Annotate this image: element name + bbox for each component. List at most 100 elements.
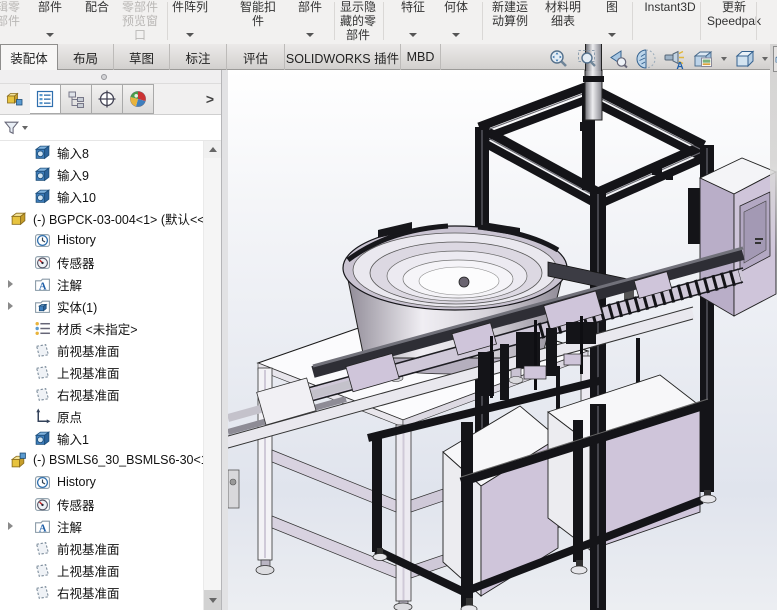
- feature-manager-panel: > 输入8输入9输入10(-) BGPCK-03-004<1> (默认<<His…: [0, 70, 222, 610]
- ribbon-button[interactable]: 件阵列: [172, 0, 208, 44]
- ribbon-button[interactable]: 智能扣件: [240, 0, 276, 44]
- plane-icon: [34, 540, 51, 557]
- tree-filter-row[interactable]: [0, 115, 221, 141]
- ribbon-button[interactable]: 更新Speedpak: [707, 0, 761, 44]
- command-tab[interactable]: 评估: [227, 44, 285, 70]
- dropdown-caret-icon[interactable]: [186, 33, 194, 37]
- ribbon-button: 零部件预览窗口: [122, 0, 158, 44]
- command-tab[interactable]: SOLIDWORKS 插件: [285, 44, 401, 70]
- tree-item[interactable]: 输入8: [0, 141, 204, 163]
- panel-viewport-splitter[interactable]: [222, 70, 228, 610]
- dropdown-caret-icon[interactable]: [46, 33, 54, 37]
- config-icon: [97, 89, 117, 109]
- dropdown-caret-icon[interactable]: [762, 57, 768, 61]
- tree-scrollbar[interactable]: [203, 141, 221, 610]
- dropdown-caret-icon[interactable]: [409, 33, 417, 37]
- panel-tab-config[interactable]: [92, 84, 123, 114]
- command-tab[interactable]: 布局: [58, 44, 114, 70]
- command-tab[interactable]: 草图: [114, 44, 170, 70]
- view-orientation-icon: [733, 47, 757, 71]
- dropdown-caret-icon[interactable]: [306, 33, 314, 37]
- tree-item[interactable]: 注解: [0, 273, 204, 295]
- imported-feature-icon: [34, 144, 51, 161]
- ribbon-group-divider: [632, 2, 633, 40]
- dropdown-caret-icon[interactable]: [452, 33, 460, 37]
- tree-item[interactable]: 原点: [0, 405, 204, 427]
- ribbon-button-label: 特征: [401, 0, 425, 14]
- ribbon-button-label: 图: [606, 0, 618, 14]
- ribbon-button[interactable]: 何体: [444, 0, 468, 44]
- expand-arrow-icon[interactable]: [8, 302, 13, 310]
- tree-item[interactable]: 注解: [0, 515, 204, 537]
- command-tab[interactable]: MBD: [401, 44, 441, 70]
- ribbon-button[interactable]: 特征: [401, 0, 425, 44]
- tree-item-label: 上视基准面: [57, 363, 120, 382]
- section-view-button[interactable]: [633, 47, 658, 72]
- tree-item[interactable]: 输入9: [0, 163, 204, 185]
- tree-item[interactable]: 传感器: [0, 251, 204, 273]
- part-blue-icon: [10, 452, 27, 469]
- imported-feature-icon: [34, 430, 51, 447]
- command-tab[interactable]: 标注: [170, 44, 227, 70]
- filter-funnel-icon[interactable]: [3, 119, 20, 136]
- tree-item[interactable]: (-) BSMLS6_30_BSMLS6-30<1>: [0, 449, 204, 471]
- tree-item[interactable]: 右视基准面: [0, 581, 204, 603]
- ribbon-button[interactable]: 图: [606, 0, 618, 44]
- ribbon-group-divider: [756, 2, 757, 40]
- previous-view-button[interactable]: [604, 47, 629, 72]
- scroll-up-button[interactable]: [204, 141, 221, 158]
- ribbon-button-label: 部件: [298, 0, 322, 14]
- tree-item[interactable]: 上视基准面: [0, 361, 204, 383]
- ribbon-button[interactable]: 配合: [85, 0, 109, 44]
- scroll-down-button[interactable]: [204, 590, 221, 610]
- ribbon-button[interactable]: 部件: [38, 0, 62, 44]
- plane-icon: [34, 364, 51, 381]
- panel-tab-assembly-doc[interactable]: [0, 84, 30, 114]
- model-left-edge-part[interactable]: [228, 470, 239, 508]
- panel-overflow-chevron[interactable]: >: [206, 91, 214, 107]
- ribbon-button[interactable]: Instant3D: [644, 0, 695, 44]
- model-box-left[interactable]: [443, 406, 558, 596]
- ribbon-button[interactable]: 显示隐藏的零部件: [340, 0, 376, 44]
- hide-show-items-button[interactable]: [662, 47, 687, 72]
- graphics-viewport[interactable]: [228, 70, 777, 610]
- view-orientation-button[interactable]: [732, 47, 757, 72]
- ribbon-button[interactable]: 新建运动算例: [492, 0, 528, 44]
- zoom-to-fit-button[interactable]: [546, 47, 571, 72]
- panel-tab-display-mgr[interactable]: [123, 84, 154, 114]
- ribbon-button[interactable]: 部件: [298, 0, 322, 44]
- plane-icon: [34, 342, 51, 359]
- dropdown-caret-icon[interactable]: [721, 57, 727, 61]
- tree-item[interactable]: 材质 <未指定>: [0, 317, 204, 339]
- dropdown-caret-icon[interactable]: [608, 33, 616, 37]
- panel-splitter[interactable]: [0, 70, 221, 84]
- display-style-button[interactable]: [773, 46, 777, 72]
- tree-item-label: 输入8: [57, 143, 89, 162]
- command-tab[interactable]: 装配体: [0, 44, 58, 70]
- tree-item[interactable]: (-) BGPCK-03-004<1> (默认<<: [0, 207, 204, 229]
- filter-dropdown-caret-icon[interactable]: [22, 126, 28, 130]
- panel-tab-pm-hier[interactable]: [61, 84, 92, 114]
- imported-feature-icon: [34, 188, 51, 205]
- tree-item[interactable]: 输入10: [0, 185, 204, 207]
- zoom-to-area-button[interactable]: [575, 47, 600, 72]
- tree-item[interactable]: 上视基准面: [0, 559, 204, 581]
- tree-item[interactable]: 实体(1): [0, 295, 204, 317]
- tree-item[interactable]: 前视基准面: [0, 339, 204, 361]
- expand-arrow-icon[interactable]: [8, 522, 13, 530]
- tree-item[interactable]: History: [0, 471, 204, 493]
- tree-item[interactable]: 前视基准面: [0, 537, 204, 559]
- sensors-icon: [34, 496, 51, 513]
- tree-item[interactable]: 右视基准面: [0, 383, 204, 405]
- tree-item-label: 前视基准面: [57, 539, 120, 558]
- panel-tab-fm-tree[interactable]: [30, 84, 61, 114]
- apply-scene-button[interactable]: [691, 47, 716, 72]
- apply-scene-icon: [692, 47, 716, 71]
- assembly-model[interactable]: [228, 70, 777, 610]
- model-box-right[interactable]: [548, 375, 700, 550]
- tree-item[interactable]: History: [0, 229, 204, 251]
- tree-item[interactable]: 传感器: [0, 493, 204, 515]
- expand-arrow-icon[interactable]: [8, 280, 13, 288]
- tree-item[interactable]: 输入1: [0, 427, 204, 449]
- ribbon-button[interactable]: 材料明细表: [545, 0, 581, 44]
